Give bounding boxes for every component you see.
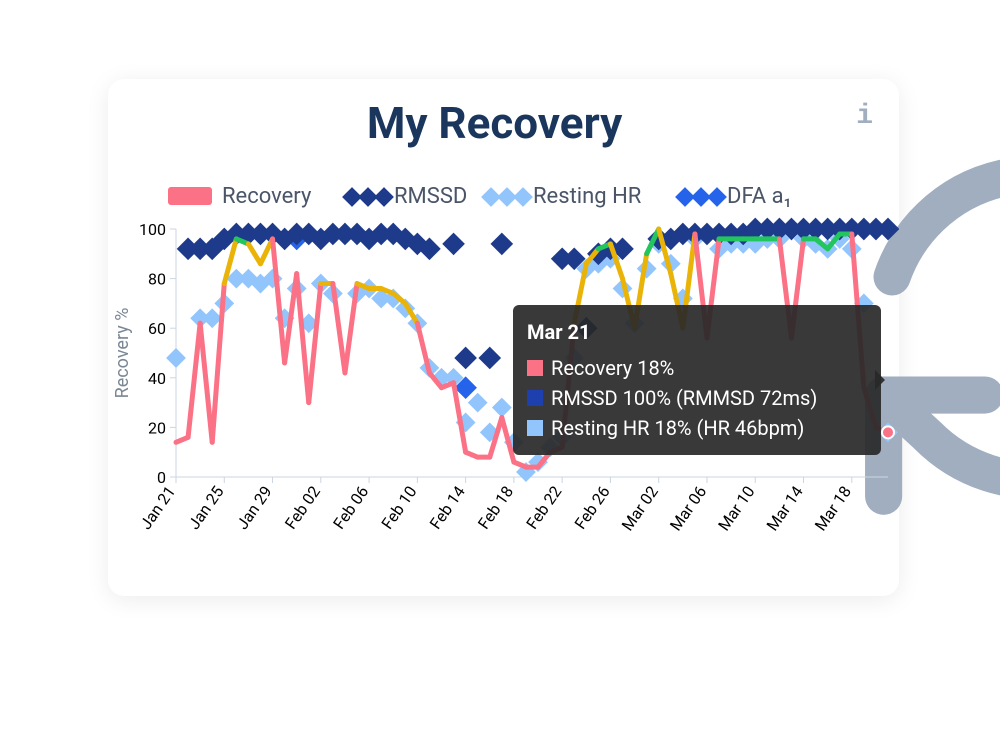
svg-text:Mar 10: Mar 10 (714, 482, 758, 534)
svg-text:Recovery %: Recovery % (112, 308, 133, 399)
svg-text:60: 60 (148, 319, 166, 338)
svg-text:20: 20 (148, 418, 166, 437)
svg-text:RMSSD: RMSSD (394, 184, 467, 209)
svg-text:Feb 06: Feb 06 (329, 482, 372, 532)
svg-text:Feb 02: Feb 02 (281, 482, 324, 532)
info-icon[interactable]: i (856, 101, 873, 132)
chart-canvas: RecoveryRMSSDResting HRDFA a₁02040608010… (108, 177, 899, 582)
svg-text:Jan 25: Jan 25 (184, 482, 227, 532)
svg-text:Jan 21: Jan 21 (136, 482, 179, 532)
svg-text:Mar 18: Mar 18 (811, 482, 855, 534)
svg-text:Feb 14: Feb 14 (426, 482, 469, 532)
svg-text:40: 40 (148, 369, 166, 388)
svg-text:Jan 29: Jan 29 (233, 482, 276, 532)
card-header: My Recovery (108, 97, 899, 153)
svg-text:DFA a₁: DFA a₁ (727, 184, 792, 209)
recovery-chart[interactable]: RecoveryRMSSDResting HRDFA a₁02040608010… (108, 177, 899, 582)
svg-text:Recovery: Recovery (222, 184, 312, 209)
stage: My Recovery i Recovery RMSSD Resting HR DFA… (0, 0, 1000, 735)
svg-text:100: 100 (139, 220, 166, 239)
svg-text:Feb 18: Feb 18 (474, 482, 517, 532)
svg-text:Feb 10: Feb 10 (377, 482, 420, 532)
svg-text:80: 80 (148, 270, 166, 289)
svg-text:Resting HR: Resting HR (533, 184, 642, 209)
card-title: My Recovery (367, 97, 622, 149)
svg-text:Mar 06: Mar 06 (666, 482, 710, 534)
svg-text:Feb 22: Feb 22 (522, 482, 565, 532)
svg-text:Mar 02: Mar 02 (618, 482, 662, 534)
svg-text:Feb 26: Feb 26 (571, 482, 614, 532)
svg-text:Mar 14: Mar 14 (763, 482, 807, 534)
recovery-card: My Recovery i Recovery RMSSD Resting HR DFA… (108, 79, 899, 596)
